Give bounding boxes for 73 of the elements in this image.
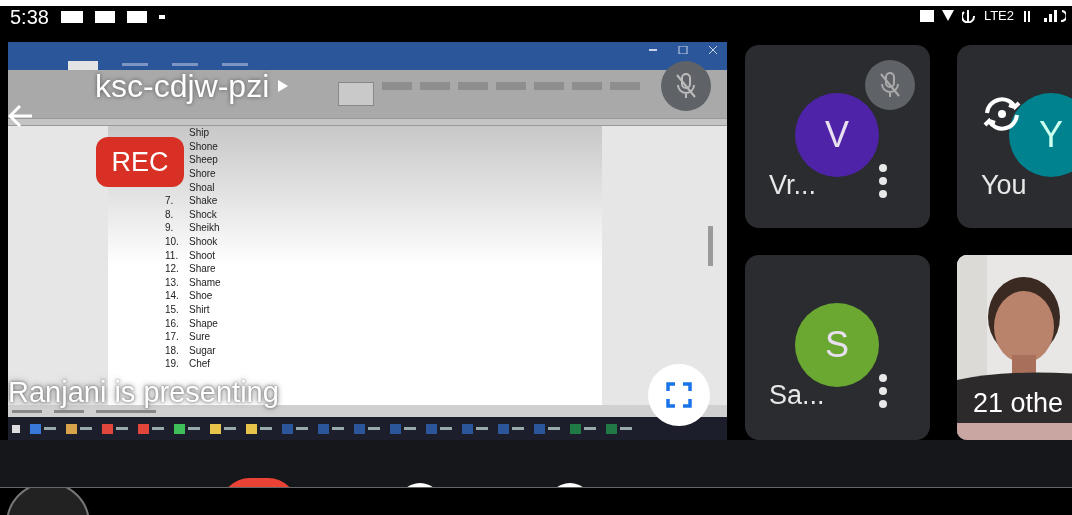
list-word: Sure xyxy=(189,330,211,345)
start-icon[interactable] xyxy=(12,424,20,433)
list-word: Shirt xyxy=(189,303,210,317)
list-number: 13. xyxy=(165,275,180,290)
list-word: Shore xyxy=(189,167,216,182)
status-icon xyxy=(919,9,934,22)
list-number: 15. xyxy=(165,303,180,317)
list-word: Sheikh xyxy=(189,221,220,236)
list-number: 7. xyxy=(165,194,175,209)
style-swatch[interactable] xyxy=(496,82,526,90)
list-word: Shock xyxy=(189,207,217,222)
participant-tile[interactable]: 21 othe xyxy=(957,255,1072,440)
window-controls-icon xyxy=(649,46,719,54)
avatar: S xyxy=(795,303,879,387)
list-number: 17. xyxy=(165,330,180,345)
back-arrow-icon[interactable] xyxy=(8,104,34,128)
notification-icon xyxy=(94,11,115,23)
list-word: Shoot xyxy=(189,248,216,263)
taskbar-app-icon[interactable] xyxy=(102,423,113,434)
mic-off-icon xyxy=(674,72,698,100)
fullscreen-icon xyxy=(666,382,692,408)
style-swatch[interactable] xyxy=(610,82,640,90)
more-options-icon[interactable] xyxy=(878,373,888,409)
avatar: Y xyxy=(1009,93,1072,177)
list-number: 16. xyxy=(165,316,180,331)
style-swatch[interactable] xyxy=(572,82,602,90)
presenter-caption: Ranjani is presenting xyxy=(8,375,279,410)
taskbar-app-icon[interactable] xyxy=(246,423,257,434)
more-options-icon[interactable] xyxy=(878,163,888,199)
style-swatch[interactable] xyxy=(420,82,450,90)
style-swatch[interactable] xyxy=(534,82,564,90)
taskbar-app-icon[interactable] xyxy=(210,423,221,434)
notification-icon xyxy=(126,11,147,23)
taskbar-app-icon[interactable] xyxy=(138,423,149,434)
list-word: Chef xyxy=(189,357,211,372)
list-number: 12. xyxy=(165,262,180,277)
list-word: Shone xyxy=(189,139,218,154)
list-word: Shape xyxy=(189,316,218,331)
style-swatch[interactable] xyxy=(382,82,412,90)
participant-name: 21 othe xyxy=(973,387,1064,420)
participant-tile[interactable]: V Vr... xyxy=(745,45,930,228)
list-word: Shoal xyxy=(189,180,215,195)
wifi-icon xyxy=(941,10,954,22)
list-number: 19. xyxy=(165,357,180,372)
list-number: 18. xyxy=(165,343,180,358)
list-word: Shake xyxy=(189,194,218,209)
list-word: Sheep xyxy=(189,153,218,168)
list-number: 10. xyxy=(165,235,180,250)
list-number: 11. xyxy=(165,248,180,263)
list-word: Shook xyxy=(189,235,218,250)
taskbar-app-icon[interactable] xyxy=(174,423,185,434)
participant-tile[interactable]: S Sa... xyxy=(745,255,930,440)
network-type: LTE2 xyxy=(983,7,1014,25)
signal-icon xyxy=(1022,8,1066,23)
list-number: 14. xyxy=(165,289,180,304)
notification-icon xyxy=(60,11,83,23)
list-number: 9. xyxy=(165,221,175,236)
style-swatch[interactable] xyxy=(458,82,488,90)
list-word: Sugar xyxy=(189,343,216,358)
recording-badge: REC xyxy=(96,137,184,187)
scrollbar[interactable] xyxy=(708,226,713,266)
taskbar-app-icon[interactable] xyxy=(66,423,77,434)
list-word: Share xyxy=(189,262,216,277)
status-time: 5:38 xyxy=(10,6,49,28)
play-icon[interactable] xyxy=(277,79,290,93)
participant-tile[interactable]: Y You xyxy=(957,45,1072,228)
style-swatch[interactable] xyxy=(338,82,374,106)
list-number: 8. xyxy=(165,207,175,222)
mic-off-icon xyxy=(878,71,902,99)
list-word: Shame xyxy=(189,275,221,290)
avatar: V xyxy=(795,93,879,177)
list-word: Shoe xyxy=(189,289,213,304)
list-word: Ship xyxy=(189,126,209,141)
